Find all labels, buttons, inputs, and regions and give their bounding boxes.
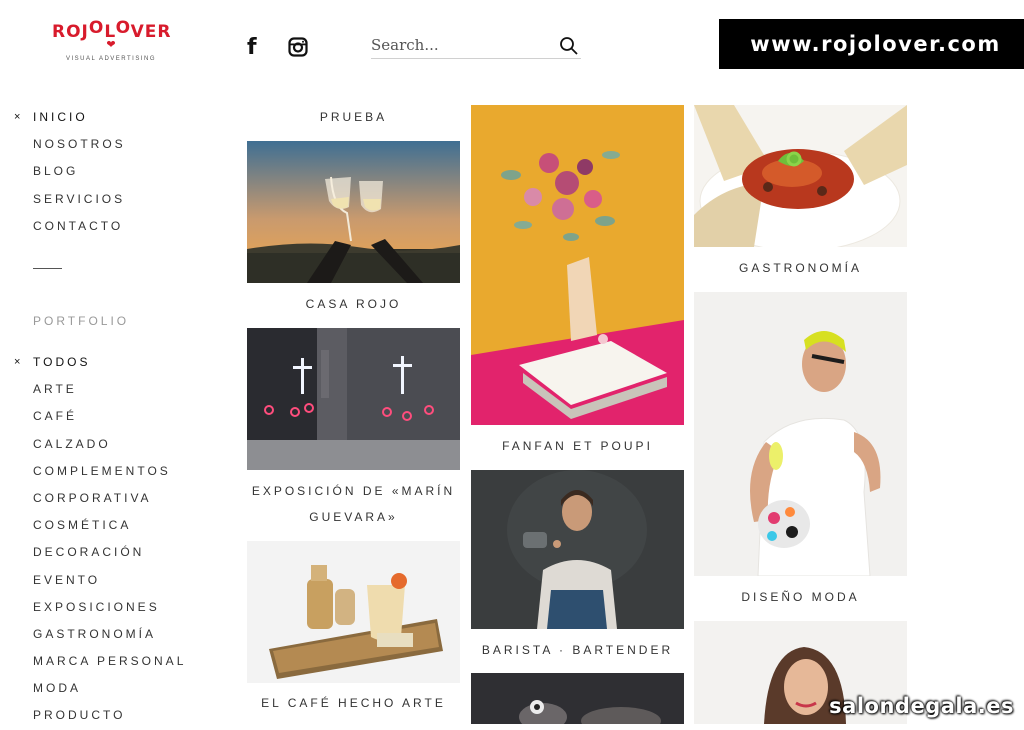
watermark-text: salondegala.es <box>829 694 1014 718</box>
portfolio-image-casa-rojo[interactable] <box>247 141 460 283</box>
filter-marca-personal[interactable]: MARCA PERSONAL <box>14 648 186 675</box>
search-bar <box>371 34 581 59</box>
site-logo[interactable]: ROJOLOVER ❤ VISUAL ADVERTISING <box>52 18 170 62</box>
nav-item-inicio[interactable]: × INICIO <box>14 104 126 131</box>
menu-divider <box>33 268 62 269</box>
search-input[interactable] <box>371 34 551 56</box>
filter-todos[interactable]: × TODOS <box>14 349 186 376</box>
portfolio-filter: × TODOS ARTE CAFÉ CALZADO COMPLEMENTOS CO… <box>14 349 186 730</box>
filter-arte[interactable]: ARTE <box>14 376 186 403</box>
portfolio-image-barista[interactable] <box>471 470 684 629</box>
portfolio-image-exposicion[interactable] <box>247 328 460 470</box>
filter-complementos[interactable]: COMPLEMENTOS <box>14 458 186 485</box>
filter-decoracion[interactable]: DECORACIÓN <box>14 539 186 566</box>
portfolio-image-fanfan[interactable] <box>471 105 684 425</box>
close-icon: × <box>14 356 21 368</box>
nav-item-servicios[interactable]: SERVICIOS <box>14 186 126 213</box>
filter-producto[interactable]: PRODUCTO <box>14 702 186 729</box>
website-banner: www.rojolover.com <box>719 19 1024 69</box>
close-icon: × <box>14 111 21 123</box>
facebook-icon[interactable]: f <box>247 35 257 60</box>
main-nav: × INICIO NOSOTROS BLOG SERVICIOS CONTACTO <box>14 104 126 240</box>
portfolio-title-prueba[interactable]: PRUEBA <box>247 104 460 130</box>
portfolio-image-diseno-moda[interactable] <box>694 292 907 576</box>
nav-item-contacto[interactable]: CONTACTO <box>14 213 126 240</box>
portfolio-title-fanfan[interactable]: FANFAN ET POUPI <box>471 433 684 459</box>
portfolio-image-gastronomia[interactable] <box>694 105 907 247</box>
search-icon[interactable] <box>559 36 579 56</box>
portfolio-title-diseno-moda[interactable]: DISEÑO MODA <box>694 584 907 610</box>
portfolio-image-next[interactable] <box>471 673 684 724</box>
nav-item-nosotros[interactable]: NOSOTROS <box>14 131 126 158</box>
portfolio-title-barista[interactable]: BARISTA · BARTENDER <box>471 637 684 663</box>
portfolio-title-exposicion[interactable]: EXPOSICIÓN DE «MARÍN GUEVARA» <box>247 478 460 530</box>
portfolio-title-cafe-arte[interactable]: EL CAFÉ HECHO ARTE <box>247 690 460 716</box>
filter-exposiciones[interactable]: EXPOSICIONES <box>14 594 186 621</box>
filter-evento[interactable]: EVENTO <box>14 567 186 594</box>
filter-cafe[interactable]: CAFÉ <box>14 403 186 430</box>
filter-corporativa[interactable]: CORPORATIVA <box>14 485 186 512</box>
instagram-icon[interactable] <box>288 37 308 57</box>
portfolio-title-gastronomia[interactable]: GASTRONOMÍA <box>694 255 907 281</box>
nav-item-blog[interactable]: BLOG <box>14 158 126 185</box>
filter-moda[interactable]: MODA <box>14 675 186 702</box>
portfolio-image-cafe-arte[interactable] <box>247 541 460 683</box>
filter-cosmetica[interactable]: COSMÉTICA <box>14 512 186 539</box>
filter-gastronomia[interactable]: GASTRONOMÍA <box>14 621 186 648</box>
portfolio-heading: PORTFOLIO <box>33 314 130 328</box>
logo-tagline: VISUAL ADVERTISING <box>65 56 157 62</box>
filter-calzado[interactable]: CALZADO <box>14 431 186 458</box>
portfolio-title-casa-rojo[interactable]: CASA ROJO <box>247 291 460 317</box>
